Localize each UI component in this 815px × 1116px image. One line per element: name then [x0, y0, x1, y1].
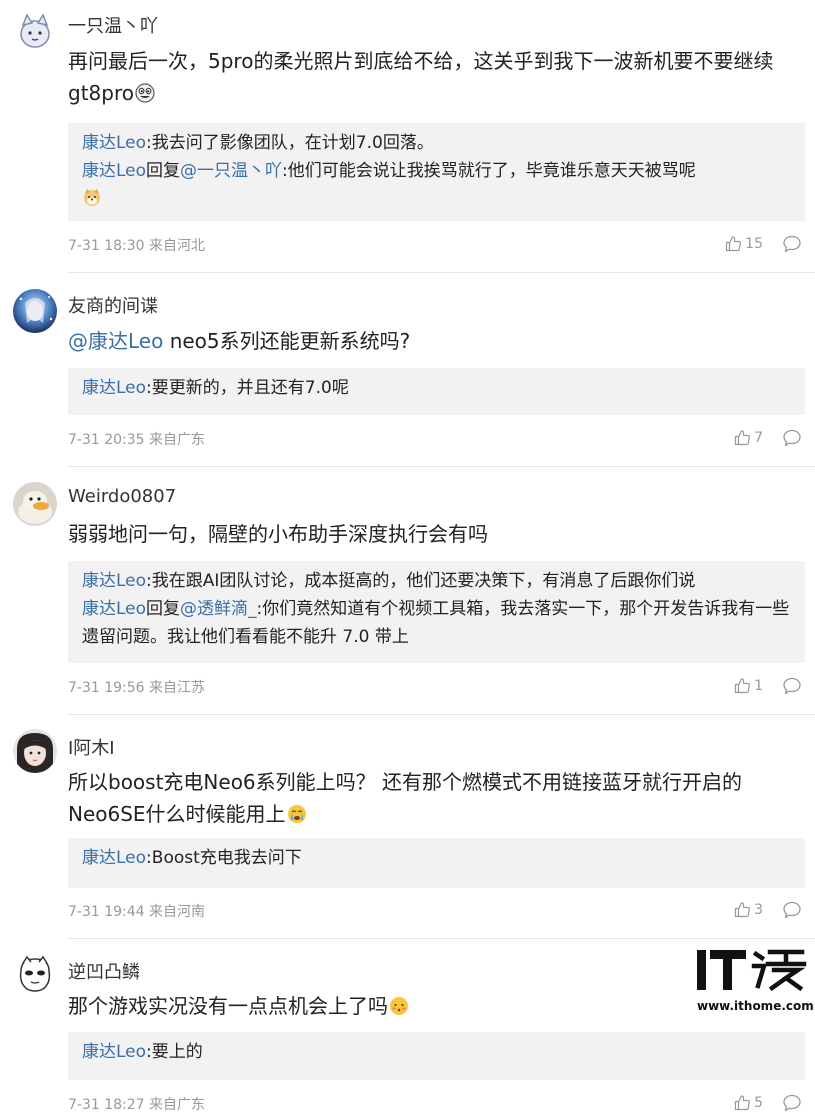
username[interactable]: 逆凹凸鳞: [68, 958, 140, 984]
avatar[interactable]: [13, 729, 57, 773]
reply-author[interactable]: 康达Leo: [82, 571, 146, 591]
like-count: 1: [754, 677, 763, 694]
like-button[interactable]: 5: [734, 1094, 763, 1111]
thumb-up-icon: [726, 236, 742, 252]
reply-bubble-icon[interactable]: [782, 428, 802, 448]
grin-emoji: [135, 83, 155, 103]
reply-line: 康达Leo:要上的: [82, 1042, 203, 1062]
reply-box: 康达Leo:Boost充电我去问下: [68, 838, 805, 888]
comment-meta: 7-31 20:35 来自广东: [68, 429, 205, 449]
divider: [68, 466, 815, 467]
comment-mention[interactable]: @康达Leo: [68, 329, 163, 353]
timestamp: 7-31 18:30: [68, 238, 145, 254]
reply-line: 康达Leo:Boost充电我去问下: [82, 848, 302, 868]
comment-meta: 7-31 19:44 来自河南: [68, 901, 205, 921]
reply-author[interactable]: 康达Leo: [82, 848, 146, 868]
comment-text: 所以boost充电Neo6系列能上吗？ 还有那个燃模式不用链接蓝牙就行开启的Ne…: [68, 770, 743, 826]
reply-bubble-icon[interactable]: [782, 234, 802, 254]
divider: [68, 272, 815, 273]
reply-line: 康达Leo:要更新的，并且还有7.0呢: [82, 378, 349, 398]
reply-box: 康达Leo:我在跟AI团队讨论，成本挺高的，他们还要决策下，有消息了后跟你们说 …: [68, 561, 805, 663]
divider: [68, 714, 815, 715]
divider: [68, 938, 815, 939]
location: 来自江苏: [149, 680, 206, 696]
timestamp: 7-31 19:56: [68, 680, 145, 696]
reply-author[interactable]: 康达Leo: [82, 599, 146, 619]
reply-author[interactable]: 康达Leo: [82, 1042, 146, 1062]
like-button[interactable]: 15: [725, 235, 763, 252]
thumb-up-icon: [734, 1095, 751, 1111]
like-count: 15: [745, 235, 763, 252]
reply-bubble-icon[interactable]: [782, 1093, 802, 1113]
reply-author[interactable]: 康达Leo: [82, 161, 146, 181]
comment-text: 再问最后一次，5pro的柔光照片到底给不给，这关乎到我下一波新机要不要继续gt8…: [68, 49, 774, 105]
reply-mention[interactable]: @透鲜滴_: [180, 599, 257, 619]
username[interactable]: 友商的间谍: [68, 292, 158, 318]
avatar[interactable]: [13, 9, 57, 53]
reply-box: 康达Leo:要更新的，并且还有7.0呢: [68, 368, 805, 415]
like-button[interactable]: 1: [734, 677, 763, 694]
reply-box: 康达Leo:要上的: [68, 1032, 805, 1080]
username[interactable]: I阿木I: [68, 734, 115, 760]
timestamp: 7-31 20:35: [68, 432, 145, 448]
comment-meta: 7-31 18:27 来自广东: [68, 1094, 205, 1114]
reply-bubble-icon[interactable]: [782, 676, 802, 696]
username[interactable]: Weirdo0807: [68, 486, 176, 507]
avatar[interactable]: [13, 482, 57, 526]
location: 来自河北: [149, 238, 206, 254]
thumb-up-icon: [734, 902, 751, 918]
reply-author[interactable]: 康达Leo: [82, 378, 146, 398]
comment-text: @康达Leo neo5系列还能更新系统吗?: [68, 329, 411, 353]
like-button[interactable]: 7: [734, 429, 763, 446]
thumb-up-icon: [734, 678, 751, 694]
dog-emoji: [84, 189, 100, 206]
thumb-up-icon: [734, 430, 751, 446]
like-button[interactable]: 3: [734, 901, 763, 918]
avatar[interactable]: [13, 953, 57, 997]
watermark-url: www.ithome.com: [697, 999, 814, 1013]
reply-line: 康达Leo:我去问了影像团队，在计划7.0回落。: [82, 133, 434, 153]
timestamp: 7-31 19:44: [68, 904, 145, 920]
comment-text: 弱弱地问一句，隔壁的小布助手深度执行会有吗: [68, 522, 488, 546]
reply-line: 康达Leo:我在跟AI团队讨论，成本挺高的，他们还要决策下，有消息了后跟你们说: [82, 571, 696, 591]
username[interactable]: 一只温丶吖: [68, 12, 158, 38]
timestamp: 7-31 18:27: [68, 1097, 145, 1113]
reply-line: 康达Leo回复@一只温丶吖:他们可能会说让我挨骂就行了，毕竟谁乐意天天被骂呢: [82, 161, 696, 181]
like-count: 5: [754, 1094, 763, 1111]
like-count: 3: [754, 901, 763, 918]
location: 来自河南: [149, 904, 206, 920]
reply-mention[interactable]: @一只温丶吖: [180, 161, 282, 181]
like-count: 7: [754, 429, 763, 446]
reply-box: 康达Leo:我去问了影像团队，在计划7.0回落。 康达Leo回复@一只温丶吖:他…: [68, 123, 805, 221]
crying-emoji: [287, 805, 306, 823]
comment-meta: 7-31 18:30 来自河北: [68, 235, 205, 255]
reply-bubble-icon[interactable]: [782, 900, 802, 920]
reply-author[interactable]: 康达Leo: [82, 133, 146, 153]
location: 来自广东: [149, 1097, 206, 1113]
comment-meta: 7-31 19:56 来自江苏: [68, 677, 205, 697]
shy-emoji: [390, 997, 408, 1015]
location: 来自广东: [149, 432, 206, 448]
avatar[interactable]: [13, 289, 57, 333]
reply-line: 康达Leo回复@透鲜滴_:你们竟然知道有个视频工具箱，我去落实一下，那个开发告诉…: [82, 599, 790, 647]
